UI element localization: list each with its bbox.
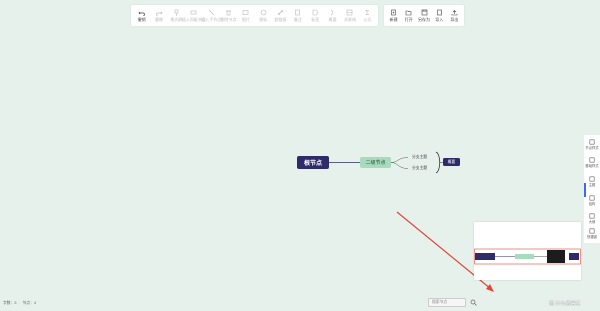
outline-icon (589, 213, 595, 219)
sidebar-item[interactable]: 节点样式 (584, 139, 600, 150)
search-icon[interactable] (470, 299, 477, 306)
sidebar-item[interactable]: 大纲 (584, 213, 600, 224)
sidebar-item-label: 结构 (588, 202, 596, 206)
keyboard-icon (589, 228, 595, 234)
sidebar-item-label: 主题 (588, 183, 596, 187)
base-style-icon (589, 157, 595, 163)
branch-node-2[interactable]: 分支主题 (412, 166, 427, 171)
sidebar-item-label: 大纲 (588, 220, 596, 224)
minimap-second (515, 254, 534, 259)
structure-icon (589, 195, 595, 201)
sidebar-item-label: 基础样式 (585, 164, 599, 168)
summary-node[interactable]: 概要 (443, 158, 460, 166)
right-sidebar: 节点样式基础样式主题结构大纲快捷键 (584, 135, 600, 243)
sidebar-item[interactable]: 基础样式 (584, 157, 600, 168)
summary-bracket (435, 151, 441, 174)
root-node[interactable]: 根节点 (297, 156, 329, 169)
second-level-node[interactable]: 二级节点 (360, 157, 391, 168)
theme-icon (589, 176, 595, 182)
sidebar-item[interactable]: 结构 (584, 195, 600, 206)
minimap-preview (474, 248, 581, 265)
word-count: 字数：5 (3, 301, 17, 305)
node-count: 节点：4 (22, 301, 37, 305)
search-input[interactable]: 搜索节点 (428, 298, 466, 307)
minimap-branches (547, 250, 565, 263)
minimap-root (475, 253, 495, 260)
minimap[interactable] (474, 222, 581, 280)
branch-connector-top (390, 157, 409, 163)
minimap-summary (569, 253, 579, 260)
sidebar-item[interactable]: 主题 (584, 176, 600, 187)
sidebar-item-label: 节点样式 (585, 146, 599, 150)
status-bar: 字数：5 节点：4 (3, 301, 36, 306)
branch-connector-bottom (390, 162, 409, 169)
node-style-icon (589, 139, 595, 145)
sidebar-item[interactable]: 快捷键 (584, 228, 600, 239)
watermark: 值 什么值得买 (549, 301, 581, 307)
branch-node-1[interactable]: 分支主题 (412, 155, 427, 160)
sidebar-item-label: 快捷键 (587, 235, 597, 239)
